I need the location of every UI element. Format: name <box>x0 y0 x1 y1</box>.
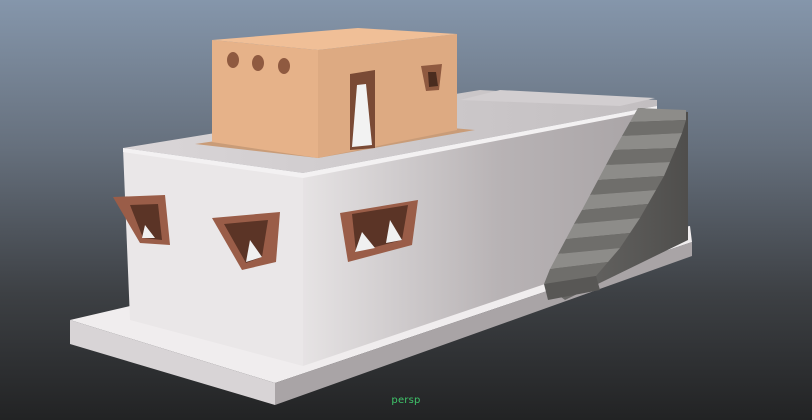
vent-circle-icon <box>278 58 290 74</box>
rooftop-door[interactable] <box>350 70 375 150</box>
vent-circle-icon <box>252 55 264 71</box>
viewport-canvas[interactable] <box>0 0 812 420</box>
vent-circle-icon <box>227 52 239 68</box>
camera-name-label: persp <box>391 395 421 406</box>
perspective-viewport[interactable]: persp <box>0 0 812 420</box>
